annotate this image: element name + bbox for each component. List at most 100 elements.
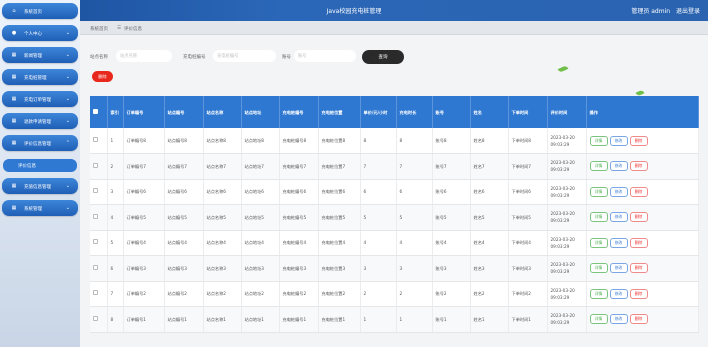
table-cell: 充电桩编号6 (279, 179, 319, 205)
logout-link[interactable]: 退出登录 (676, 8, 700, 15)
batch-delete-button[interactable]: 删除 (92, 71, 113, 82)
table-header-row: 索引 订单编号 站点编号 站点名称 站点地址 充电桩编号 充电桩位置 单价/元/… (90, 96, 699, 128)
search-button[interactable]: 查询 (362, 50, 404, 64)
sidebar-item-orders[interactable]: ▦ 充电订单管理 ⌄ (2, 91, 78, 107)
sidebar-item-label: 充电桩管理 (24, 75, 47, 81)
table-cell: 7 (107, 281, 124, 307)
table-cell: 订单编号1 (123, 306, 165, 333)
detail-button[interactable]: 详情 (589, 314, 608, 325)
delete-button[interactable]: 删除 (629, 212, 648, 223)
detail-button[interactable]: 详情 (589, 237, 608, 248)
detail-button[interactable]: 详情 (589, 263, 608, 274)
detail-button[interactable]: 详情 (589, 186, 608, 197)
user-icon: ● (11, 30, 17, 36)
sidebar-item-news[interactable]: ▦ 新闻管理 ⌄ (2, 47, 78, 63)
table-cell: 订单编号6 (123, 179, 165, 205)
table-cell: 站点编号3 (164, 255, 204, 282)
table-cell: 充电桩位置6 (318, 179, 361, 205)
edit-button[interactable]: 修改 (609, 135, 628, 146)
grid-icon: ▦ (11, 183, 17, 189)
table-cell: 站点名称4 (203, 230, 242, 256)
column-header: 站点名称 (203, 96, 242, 128)
table-cell: 账号4 (432, 230, 471, 256)
row-checkbox[interactable] (90, 230, 108, 256)
table-cell: 1 (396, 306, 433, 333)
row-checkbox[interactable] (90, 204, 108, 231)
delete-button[interactable]: 删除 (629, 237, 648, 248)
pile-number-input[interactable] (213, 50, 276, 62)
table-cell: 4 (396, 230, 433, 256)
table-cell: 姓名2 (470, 281, 509, 307)
detail-button[interactable]: 详情 (589, 135, 608, 146)
app-title: Java校园充电桩管理 (326, 8, 382, 15)
delete-button[interactable]: 删除 (629, 161, 648, 172)
table-cell: 站点地址7 (241, 153, 280, 180)
breadcrumb-current: 评价信息 (124, 26, 142, 32)
sidebar-item-pile[interactable]: ▦ 充电桩管理 ⌄ (2, 69, 78, 85)
delete-button[interactable]: 删除 (629, 263, 648, 274)
station-name-input[interactable] (116, 50, 172, 62)
row-checkbox[interactable] (90, 179, 108, 205)
detail-button[interactable]: 详情 (589, 288, 608, 299)
table-cell: 订单编号5 (123, 204, 165, 231)
edit-button[interactable]: 修改 (609, 237, 628, 248)
table-cell: 站点地址6 (241, 179, 280, 205)
table-body: 1 订单编号8 站点编号8 站点名称8 站点地址8 充电桩编号8 充电桩位置8 8 8 账号8 姓名… (90, 128, 699, 333)
table-cell: 站点编号2 (164, 281, 204, 307)
edit-button[interactable]: 修改 (609, 186, 628, 197)
row-checkbox[interactable] (90, 255, 108, 282)
submenu-item-review-info[interactable]: 评价信息 (3, 159, 77, 172)
detail-button[interactable]: 详情 (589, 161, 608, 172)
edit-button[interactable]: 修改 (609, 314, 628, 325)
sidebar-item-profile[interactable]: ● 个人中心 ⌄ (2, 25, 78, 41)
edit-button[interactable]: 修改 (609, 263, 628, 274)
table-cell: 5 (360, 204, 397, 231)
breadcrumb-home[interactable]: 系统首页 (90, 26, 108, 32)
table-cell: 3 (360, 255, 397, 282)
grid-icon: ▦ (11, 74, 17, 80)
detail-button[interactable]: 详情 (589, 212, 608, 223)
grid-icon: ▦ (11, 118, 17, 124)
table-cell: 5 (396, 204, 433, 231)
edit-button[interactable]: 修改 (609, 161, 628, 172)
table-row: 2 订单编号7 站点编号7 站点名称7 站点地址7 充电桩编号7 充电桩位置7 7 7 账号7 姓名… (90, 153, 699, 180)
sidebar-item-recharge[interactable]: ▦ 充值信息管理 ⌄ (2, 178, 78, 194)
row-checkbox[interactable] (90, 128, 108, 154)
table-cell: 充电桩位置1 (318, 306, 361, 333)
table-cell: 站点地址1 (241, 306, 280, 333)
account-label: 账号 (282, 55, 291, 60)
table-cell: 姓名5 (470, 204, 509, 231)
grid-icon: ▦ (11, 52, 17, 58)
sidebar-item-review[interactable]: ▦ 评价信息管理 ⌃ (2, 135, 78, 151)
sidebar-item-home[interactable]: ⌂ 系统首页 (2, 3, 78, 19)
edit-button[interactable]: 修改 (609, 212, 628, 223)
column-header: 订单编号 (123, 96, 165, 128)
table-cell: 站点编号1 (164, 306, 204, 333)
chevron-down-icon: ⌄ (65, 117, 70, 124)
delete-button[interactable]: 删除 (629, 135, 648, 146)
sidebar-item-system[interactable]: ▦ 系统管理 ⌄ (2, 200, 78, 216)
table-cell: 2023-03-20 09:03:29 (547, 281, 587, 307)
table-cell: 4 (107, 204, 124, 231)
select-all-checkbox[interactable] (90, 96, 108, 128)
delete-button[interactable]: 删除 (629, 288, 648, 299)
row-checkbox[interactable] (90, 306, 108, 333)
sidebar-item-label: 新闻管理 (24, 53, 42, 59)
row-actions: 详情 修改 删除 (586, 179, 699, 205)
column-header: 操作 (586, 96, 699, 128)
chevron-down-icon: ⌄ (65, 182, 70, 189)
table-cell: 站点名称3 (203, 255, 242, 282)
sidebar-item-refund[interactable]: ▦ 退款申请管理 ⌄ (2, 113, 78, 129)
table-cell: 充电桩位置5 (318, 204, 361, 231)
pile-number-label: 充电桩编号 (183, 55, 206, 60)
delete-button[interactable]: 删除 (629, 314, 648, 325)
row-checkbox[interactable] (90, 153, 108, 180)
column-header: 充电桩编号 (279, 96, 319, 128)
column-header: 站点编号 (164, 96, 204, 128)
column-header: 下单时间 (508, 96, 548, 128)
delete-button[interactable]: 删除 (629, 186, 648, 197)
account-input[interactable] (294, 50, 356, 62)
table-cell: 2023-03-20 09:03:29 (547, 204, 587, 231)
edit-button[interactable]: 修改 (609, 288, 628, 299)
row-checkbox[interactable] (90, 281, 108, 307)
